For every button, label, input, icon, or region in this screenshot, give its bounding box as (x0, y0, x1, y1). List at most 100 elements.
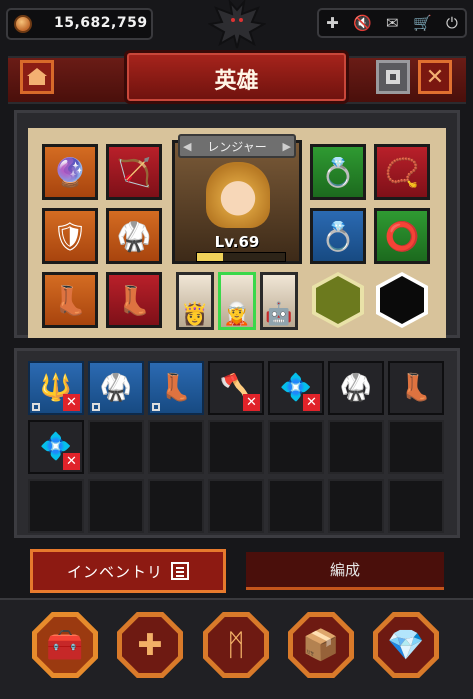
tab-inventory-label: インベントリ (66, 562, 163, 581)
equip-slot-bow[interactable]: 🏹 (106, 144, 162, 200)
bow-icon: 🏹 (116, 155, 152, 189)
inventory-empty-slot[interactable] (28, 479, 84, 533)
tab-formation-label: 編成 (329, 561, 360, 579)
unusable-mark-icon: ✕ (63, 394, 80, 411)
gold-display: 15,682,759 (6, 8, 153, 40)
cross-icon: ✚ (137, 627, 163, 663)
cart-icon[interactable]: 🛒 (413, 15, 432, 31)
inventory-empty-slot[interactable] (208, 420, 264, 474)
hero-class-label: レンジャー (207, 139, 267, 154)
crystal-icon: 💎 (387, 627, 425, 663)
home-button[interactable] (20, 60, 54, 94)
power-icon[interactable]: ⏻ (446, 15, 458, 31)
equip-slot-armor[interactable]: 🛡 (42, 208, 98, 264)
inventory-empty-slot[interactable] (148, 479, 204, 533)
list-icon (171, 562, 189, 580)
hero-select-ranger[interactable]: 🧝 (218, 272, 256, 330)
inventory-empty-slot[interactable] (328, 420, 384, 474)
inventory-item-gem-badge[interactable]: 💠 ✕ (268, 361, 324, 415)
boots-icon: 👢 (159, 373, 193, 403)
unusable-mark-icon: ✕ (63, 453, 80, 470)
bracelet-icon: ⭕ (384, 219, 420, 253)
settings-icon (386, 70, 400, 84)
knight-icon: 🤖 (265, 302, 293, 327)
item-marker-icon (152, 403, 160, 411)
hero-class-selector: ◀ レンジャー ▶ (178, 134, 296, 158)
mail-icon[interactable]: ✉ (386, 15, 399, 31)
tab-inventory[interactable]: インベントリ (30, 549, 226, 593)
equip-slot-boots-blue[interactable]: 👢 (42, 272, 98, 328)
prev-class-arrow[interactable]: ◀ (183, 140, 191, 153)
necklace-icon: 📿 (384, 155, 420, 189)
close-button[interactable]: ✕ (418, 60, 452, 94)
inventory-empty-slot[interactable] (148, 420, 204, 474)
inventory-empty-slot[interactable] (88, 479, 144, 533)
nav-cross-button[interactable]: ✚ (117, 612, 183, 678)
settings-button[interactable] (376, 60, 410, 94)
plus-icon[interactable]: ✚ (326, 15, 339, 31)
equip-slot-ring[interactable]: 💍 (310, 144, 366, 200)
boots-red-icon: 👢 (399, 373, 433, 403)
gold-amount: 15,682,759 (54, 15, 148, 31)
equip-slot-boots-pink[interactable]: 👢 (106, 272, 162, 328)
inventory-item-gem-badge-2[interactable]: 💠 ✕ (28, 420, 84, 474)
box-icon: 📦 (302, 627, 340, 663)
bat-emblem-icon (208, 0, 266, 49)
home-icon (27, 68, 47, 85)
page-title: 英雄 (214, 69, 259, 94)
inventory-grid: 🔱 ✕ 🥋 👢 🪓 ✕ 💠 ✕ 🥋 👢 💠 ✕ (28, 361, 448, 533)
nav-crystal-button[interactable]: 💎 (373, 612, 439, 678)
inventory-empty-slot[interactable] (88, 420, 144, 474)
cleric-icon: 👸 (181, 302, 209, 327)
gold-coin-icon (14, 15, 32, 33)
inventory-item-axe[interactable]: 🪓 ✕ (208, 361, 264, 415)
equip-slot-ring-gem[interactable]: 💍 (310, 208, 366, 264)
hero-exp-bar (196, 252, 286, 262)
tab-formation[interactable]: 編成 (246, 552, 444, 590)
mute-icon[interactable]: 🔇 (353, 15, 372, 31)
equip-slot-chestplate[interactable]: 🥋 (106, 208, 162, 264)
inventory-empty-slot[interactable] (388, 479, 444, 533)
top-icon-bar: ✚ 🔇 ✉ 🛒 ⏻ (317, 8, 467, 38)
equip-slot-bracelet[interactable]: ⭕ (374, 208, 430, 264)
nav-chest-button[interactable]: 🧰 (32, 612, 98, 678)
hero-select-knight[interactable]: 🤖 (260, 272, 298, 330)
unusable-mark-icon: ✕ (303, 394, 320, 411)
rune-icon: ᛗ (227, 627, 245, 663)
inventory-item-armor[interactable]: 🥋 (88, 361, 144, 415)
hero-exp-fill (197, 253, 224, 261)
inventory-item-boots[interactable]: 👢 (148, 361, 204, 415)
ranger-portrait-image (206, 162, 270, 228)
leaf-emblem-icon (316, 276, 360, 324)
hero-level: Lv.69 (214, 233, 260, 251)
inventory-empty-slot[interactable] (268, 420, 324, 474)
ring-icon: 💍 (320, 219, 356, 253)
boots-icon: 👢 (116, 283, 152, 317)
inventory-empty-slot[interactable] (208, 479, 264, 533)
armor-icon: 🛡 (52, 219, 88, 253)
equip-slot-necklace[interactable]: 📿 (374, 144, 430, 200)
ranger-icon: 🧝 (223, 302, 251, 327)
wand-icon: 🔮 (52, 155, 88, 189)
nav-rune-button[interactable]: ᛗ (203, 612, 269, 678)
inventory-item-armor-dark[interactable]: 🥋 (328, 361, 384, 415)
hero-select-cleric[interactable]: 👸 (176, 272, 214, 330)
item-marker-icon (32, 403, 40, 411)
nav-box-button[interactable]: 📦 (288, 612, 354, 678)
close-icon: ✕ (425, 64, 445, 90)
empty-hex-icon (380, 276, 424, 324)
next-class-arrow[interactable]: ▶ (283, 140, 291, 153)
chest-icon: 🧰 (46, 627, 84, 663)
inventory-empty-slot[interactable] (328, 479, 384, 533)
unusable-mark-icon: ✕ (243, 394, 260, 411)
chestplate-icon: 🥋 (116, 219, 152, 253)
armor-icon: 🥋 (99, 373, 133, 403)
item-marker-icon (92, 403, 100, 411)
inventory-item-boots-red[interactable]: 👢 (388, 361, 444, 415)
armor-dark-icon: 🥋 (339, 373, 373, 403)
inventory-empty-slot[interactable] (268, 479, 324, 533)
equip-slot-wand[interactable]: 🔮 (42, 144, 98, 200)
inventory-empty-slot[interactable] (388, 420, 444, 474)
title-plate: 英雄 (124, 50, 349, 104)
inventory-item-staff[interactable]: 🔱 ✕ (28, 361, 84, 415)
